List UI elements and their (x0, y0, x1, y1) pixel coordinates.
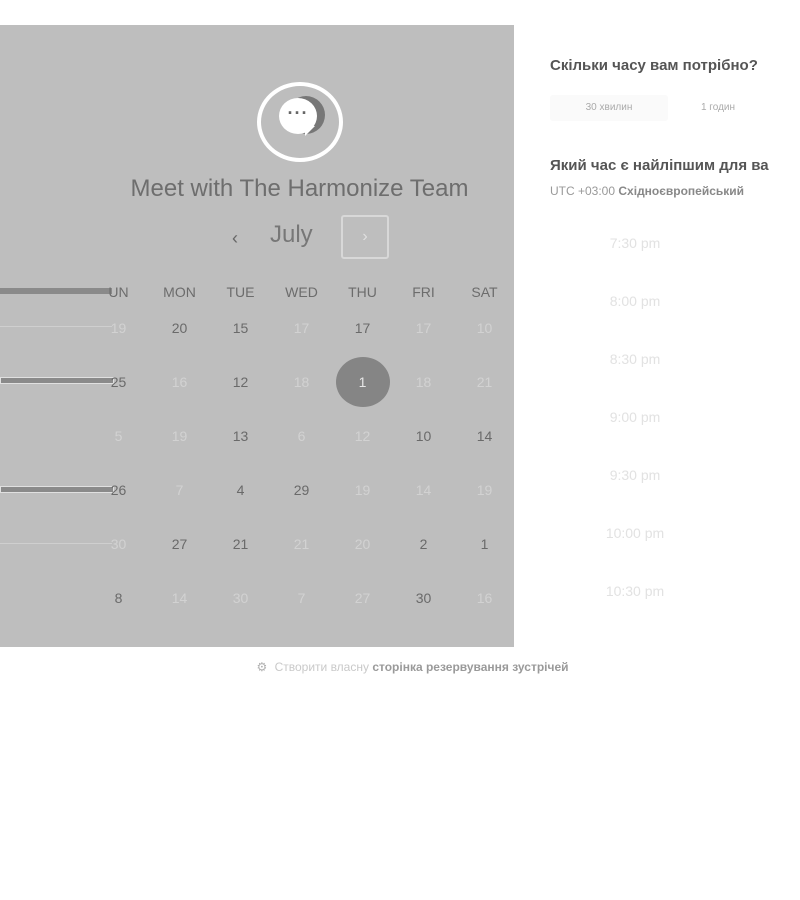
calendar-day[interactable]: 26 (88, 463, 149, 517)
calendar-day: 30 (110, 536, 127, 552)
calendar-day: 27 (354, 590, 371, 606)
calendar-day: 17 (415, 320, 432, 336)
calendar-day: 21 (293, 536, 310, 552)
timezone-name: Східноєвропейський (618, 184, 745, 198)
calendar-day: 19 (354, 482, 371, 498)
calendar-day: 7 (297, 590, 306, 606)
duration-question: Скільки часу вам потрібно? (550, 57, 758, 74)
calendar-day: 19 (476, 482, 493, 498)
calendar-week-row: 30 27 21 21 20 2 1 (88, 517, 514, 571)
calendar-day: 7 (175, 482, 184, 498)
next-month-button[interactable]: › (341, 215, 389, 259)
calendar-day[interactable]: 8 (88, 571, 149, 625)
meeting-title: Meet with The Harmonize Team (130, 175, 469, 202)
duration-30min-button[interactable]: 30 хвилин (550, 95, 668, 121)
calendar-week-row: 19 20 15 17 17 17 10 (88, 301, 514, 355)
footer-promo: ⚙ Створити власну сторінка резервування … (0, 660, 800, 674)
calendar-day: 17 (293, 320, 310, 336)
weekday-header: MON (163, 284, 196, 300)
timezone-offset: UTC +03:00 (550, 184, 616, 198)
calendar-grid: UN MON TUE WED THU FRI SAT 19 20 15 17 17 17 10 25 16 1… (88, 283, 514, 625)
calendar-day: 18 (293, 374, 310, 390)
calendar-day: 12 (354, 428, 371, 444)
hubspot-sprocket-icon: ⚙ (256, 660, 268, 674)
calendar-day: 21 (476, 374, 493, 390)
duration-1hour-button[interactable]: 1 годин (678, 95, 758, 121)
calendar-day[interactable]: 2 (393, 517, 454, 571)
selected-day-marker[interactable]: 1 (335, 357, 390, 407)
calendar-panel: ··· Meet with The Harmonize Team ‹ July … (0, 25, 514, 647)
meetings-page: ··· Meet with The Harmonize Team ‹ July … (0, 0, 800, 900)
calendar-week-row: 8 14 30 7 27 30 16 (88, 571, 514, 625)
calendar-day: 5 (114, 428, 123, 444)
time-slot-button[interactable]: 7:30 pm (550, 228, 720, 258)
prev-month-button[interactable]: ‹ (225, 223, 245, 253)
calendar-day: 14 (171, 590, 188, 606)
calendar-day: 10 (476, 320, 493, 336)
calendar-day: 14 (415, 482, 432, 498)
calendar-day: 20 (354, 536, 371, 552)
calendar-day[interactable]: 15 (210, 301, 271, 355)
weekday-header-row: UN MON TUE WED THU FRI SAT (88, 283, 514, 301)
calendar-day[interactable]: 27 (149, 517, 210, 571)
time-slot-button[interactable]: 8:00 pm (550, 286, 720, 316)
calendar-day[interactable]: 12 (210, 355, 271, 409)
weekday-header: WED (285, 284, 318, 300)
calendar-day[interactable]: 30 (393, 571, 454, 625)
calendar-week-row: 25 16 12 18 1 18 21 (88, 355, 514, 409)
calendar-day-selected[interactable]: 1 (332, 355, 393, 409)
month-navigation: ‹ July › (0, 215, 514, 261)
weekday-header: UN (108, 284, 129, 300)
time-slot-button[interactable]: 9:00 pm (550, 402, 720, 432)
time-slot-button[interactable]: 10:30 pm (550, 576, 720, 606)
calendar-day[interactable]: 14 (454, 409, 514, 463)
time-slot-button[interactable]: 9:30 pm (550, 460, 720, 490)
weekday-header: TUE (226, 284, 255, 300)
calendar-day[interactable]: 25 (88, 355, 149, 409)
calendar-day: 19 (171, 428, 188, 444)
calendar-day: 30 (232, 590, 249, 606)
time-slot-button[interactable]: 10:00 pm (550, 518, 720, 548)
calendar-day[interactable]: 4 (210, 463, 271, 517)
time-question: Який час є найліпшим для ва (550, 157, 769, 174)
footer-link[interactable]: сторінка резервування зустрічей (372, 660, 568, 674)
calendar-day: 18 (415, 374, 432, 390)
weekday-header: SAT (471, 284, 498, 300)
calendar-day[interactable]: 1 (454, 517, 514, 571)
booking-options: Скільки часу вам потрібно? 30 хвилин 1 г… (550, 0, 800, 900)
calendar-week-row: 26 7 4 29 19 14 19 (88, 463, 514, 517)
timezone-label[interactable]: UTC +03:00 Східноєвропейський (550, 184, 744, 198)
calendar-day[interactable]: 17 (332, 301, 393, 355)
calendar-day: 6 (297, 428, 306, 444)
calendar-day: 16 (171, 374, 188, 390)
calendar-day[interactable]: 29 (271, 463, 332, 517)
month-label: July (270, 221, 313, 248)
weekday-header: THU (348, 284, 377, 300)
calendar-day: 16 (476, 590, 493, 606)
calendar-week-row: 5 19 13 6 12 10 14 (88, 409, 514, 463)
time-slots-list: 7:30 pm 8:00 pm 8:30 pm 9:00 pm 9:30 pm 10:00… (550, 228, 800, 634)
calendar-day: 19 (110, 320, 127, 336)
weekday-header: FRI (412, 284, 435, 300)
chat-bubble-logo-icon: ··· (257, 82, 343, 162)
calendar-day[interactable]: 21 (210, 517, 271, 571)
calendar-day[interactable]: 10 (393, 409, 454, 463)
time-slot-button[interactable]: 8:30 pm (550, 344, 720, 374)
calendar-day[interactable]: 13 (210, 409, 271, 463)
footer-prefix: Створити власну (274, 660, 369, 674)
calendar-day[interactable]: 20 (149, 301, 210, 355)
